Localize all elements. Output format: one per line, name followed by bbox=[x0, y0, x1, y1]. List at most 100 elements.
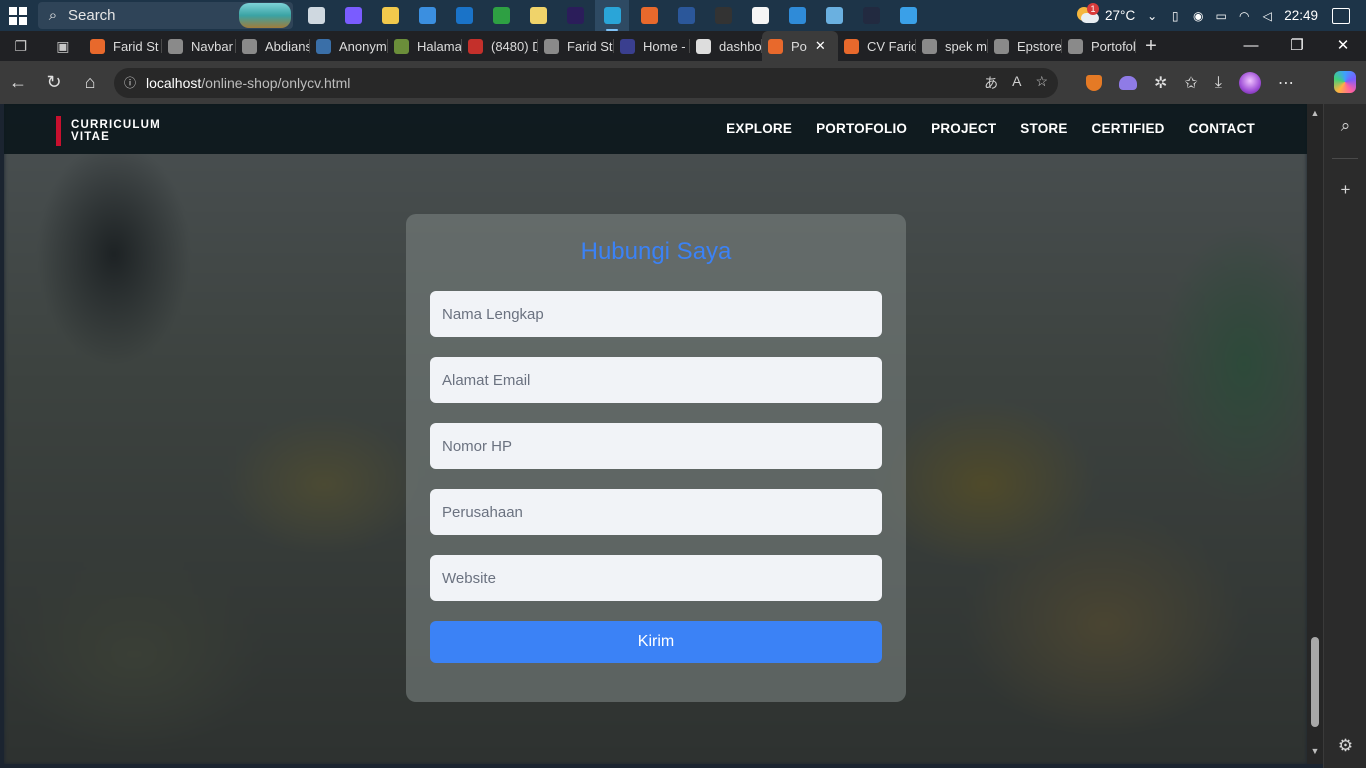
tab-label: Home - bbox=[643, 38, 686, 54]
downloads-icon[interactable]: ⤓ bbox=[1215, 74, 1222, 92]
tab-label: spek m bbox=[945, 38, 987, 54]
nav-link-explore[interactable]: EXPLORE bbox=[726, 121, 792, 136]
read-aloud-icon[interactable]: A bbox=[1012, 73, 1021, 93]
linux-penguin-icon bbox=[529, 7, 547, 24]
nav-link-contact[interactable]: CONTACT bbox=[1189, 121, 1255, 136]
browser-tab[interactable]: Halama bbox=[388, 31, 462, 61]
close-window-icon[interactable]: ✕ bbox=[1320, 31, 1366, 61]
taskbar-app-task-view[interactable] bbox=[299, 0, 333, 31]
tab-label: Halama bbox=[417, 38, 462, 54]
sidebar-add-icon[interactable]: + bbox=[1324, 180, 1366, 200]
screen-record-icon[interactable]: ◉ bbox=[1191, 9, 1205, 23]
weather-widget[interactable]: 1 27°C bbox=[1077, 2, 1135, 25]
taskbar-app-copilot[interactable] bbox=[336, 0, 370, 31]
browser-tab[interactable]: Abdians bbox=[236, 31, 310, 61]
back-icon[interactable]: ← bbox=[0, 72, 36, 93]
more-menu-icon[interactable]: ⋯ bbox=[1278, 73, 1294, 93]
taskbar-app-edge[interactable] bbox=[595, 0, 629, 31]
site-info-icon[interactable]: ⓘ bbox=[114, 74, 146, 91]
scroll-down-icon[interactable]: ▼ bbox=[1307, 746, 1323, 756]
taskbar-app-paint[interactable] bbox=[891, 0, 925, 31]
name-input[interactable] bbox=[430, 291, 882, 337]
clock[interactable]: 22:49 bbox=[1284, 8, 1318, 23]
ghost-extension-icon[interactable] bbox=[1119, 75, 1137, 90]
taskbar-app-photos[interactable] bbox=[817, 0, 851, 31]
taskbar-app-word[interactable] bbox=[669, 0, 703, 31]
favorite-star-icon[interactable]: ☆ bbox=[1035, 73, 1048, 93]
browser-tab[interactable]: Portofol bbox=[1062, 31, 1136, 61]
taskbar-app-outlook[interactable] bbox=[447, 0, 481, 31]
scroll-up-icon[interactable]: ▲ bbox=[1307, 108, 1323, 118]
browser-tab[interactable]: Anonym bbox=[310, 31, 388, 61]
address-bar[interactable]: ⓘ localhost/online-shop/onlycv.html あ A … bbox=[114, 67, 1058, 98]
taskbar-app-after-effects[interactable] bbox=[558, 0, 592, 31]
extensions-icon[interactable]: ✲ bbox=[1154, 73, 1167, 93]
chevron-up-icon[interactable]: ⌄ bbox=[1145, 9, 1159, 23]
url-path: /online-shop/onlycv.html bbox=[201, 74, 351, 91]
close-tab-icon[interactable]: ✕ bbox=[815, 38, 826, 54]
phone-link-icon[interactable]: ▯ bbox=[1168, 9, 1182, 23]
browser-tab[interactable]: (8480) D bbox=[462, 31, 538, 61]
profile-avatar[interactable] bbox=[1238, 71, 1261, 94]
taskbar-app-microsoft-store[interactable] bbox=[410, 0, 444, 31]
taskbar-search-box[interactable]: ⌕ Search bbox=[38, 2, 293, 29]
taskbar-app-fox-app[interactable] bbox=[854, 0, 888, 31]
phone-input[interactable] bbox=[430, 423, 882, 469]
page-scrollbar[interactable]: ▲ ▼ bbox=[1307, 104, 1323, 764]
taskbar-app-notion[interactable] bbox=[743, 0, 777, 31]
tab-label: Abdians bbox=[265, 38, 310, 54]
maximize-icon[interactable]: ❐ bbox=[1274, 31, 1320, 61]
home-icon[interactable]: ⌂ bbox=[72, 72, 108, 93]
tab-favicon-icon bbox=[768, 38, 783, 54]
taskbar-pinned-apps bbox=[299, 0, 925, 31]
nav-link-store[interactable]: STORE bbox=[1020, 121, 1067, 136]
sidebar-search-icon[interactable]: ⌕ bbox=[1324, 116, 1366, 136]
xampp-icon bbox=[640, 7, 658, 24]
tab-active[interactable]: Po ✕ bbox=[762, 31, 838, 61]
windows-logo-icon bbox=[9, 6, 27, 25]
site-brand[interactable]: CURRICULUM VITAE bbox=[56, 116, 161, 146]
browser-tab[interactable]: Navbar bbox=[162, 31, 236, 61]
tab-favicon-icon bbox=[168, 38, 183, 54]
volume-icon[interactable]: ◁ bbox=[1260, 9, 1274, 23]
metamask-extension-icon[interactable] bbox=[1086, 74, 1102, 91]
browser-tab[interactable]: Farid St bbox=[84, 31, 162, 61]
battery-icon[interactable]: ▭ bbox=[1214, 9, 1228, 23]
taskbar-app-terminal[interactable] bbox=[706, 0, 740, 31]
tab-actions-icon[interactable]: ▣ bbox=[56, 38, 69, 55]
taskbar-app-xampp[interactable] bbox=[632, 0, 666, 31]
browser-tab[interactable]: Home - bbox=[614, 31, 690, 61]
browser-tab[interactable]: CV Faric bbox=[838, 31, 916, 61]
tab-favicon-icon bbox=[844, 38, 859, 54]
tab-favicon-icon bbox=[696, 38, 711, 54]
taskbar-app-excel-chart[interactable] bbox=[484, 0, 518, 31]
brand-line-1: CURRICULUM bbox=[71, 119, 161, 131]
taskbar-app-linux-penguin[interactable] bbox=[521, 0, 555, 31]
minimize-icon[interactable]: — bbox=[1228, 31, 1274, 61]
website-input[interactable] bbox=[430, 555, 882, 601]
workspaces-icon[interactable]: ❐ bbox=[15, 38, 28, 55]
browser-tab[interactable]: Farid St bbox=[538, 31, 614, 61]
translate-icon[interactable]: あ bbox=[984, 73, 998, 93]
company-input[interactable] bbox=[430, 489, 882, 535]
browser-tab[interactable]: spek m bbox=[916, 31, 988, 61]
notification-icon[interactable] bbox=[1332, 7, 1350, 24]
nav-link-certified[interactable]: CERTIFIED bbox=[1092, 121, 1165, 136]
scrollbar-thumb[interactable] bbox=[1311, 637, 1319, 727]
windows-start-button[interactable] bbox=[0, 0, 36, 31]
wifi-icon[interactable]: ◠ bbox=[1237, 9, 1251, 23]
favorites-icon[interactable]: ✩ bbox=[1184, 73, 1197, 93]
submit-button[interactable]: Kirim bbox=[430, 621, 882, 663]
browser-tab[interactable]: dashbo bbox=[690, 31, 762, 61]
edge-icon bbox=[603, 7, 621, 24]
copilot-icon[interactable] bbox=[1334, 71, 1356, 93]
email-input[interactable] bbox=[430, 357, 882, 403]
browser-tab[interactable]: Epstore bbox=[988, 31, 1062, 61]
taskbar-app-vscode[interactable] bbox=[780, 0, 814, 31]
refresh-icon[interactable]: ↻ bbox=[36, 72, 72, 93]
taskbar-app-file-explorer[interactable] bbox=[373, 0, 407, 31]
nav-link-portofolio[interactable]: PORTOFOLIO bbox=[816, 121, 907, 136]
nav-link-project[interactable]: PROJECT bbox=[931, 121, 996, 136]
sidebar-settings-icon[interactable]: ⚙ bbox=[1324, 736, 1366, 756]
new-tab-button[interactable]: + bbox=[1136, 35, 1166, 58]
